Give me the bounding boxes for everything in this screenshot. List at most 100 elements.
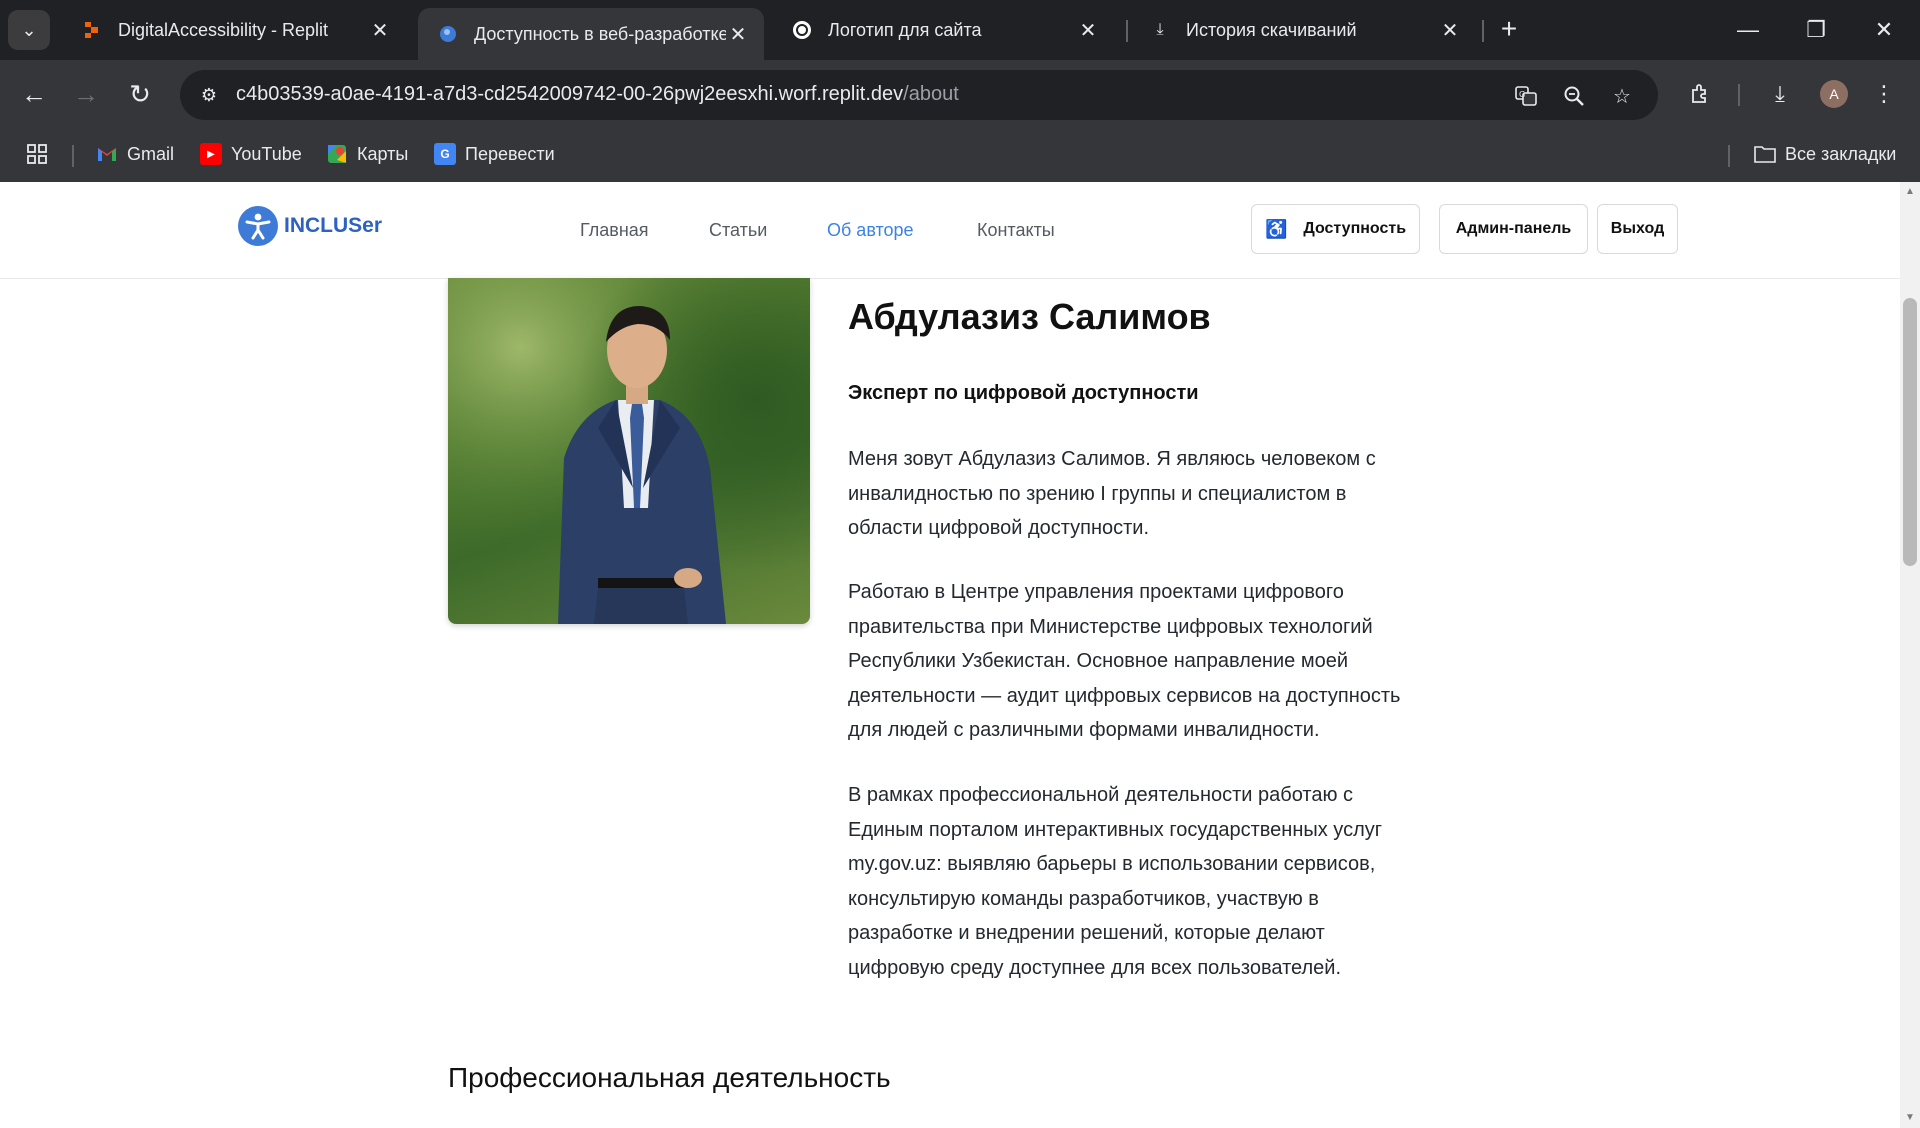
globe-icon <box>438 24 458 44</box>
toolbar-divider <box>1738 84 1740 106</box>
all-bookmarks-button[interactable]: Все закладки <box>1754 143 1896 165</box>
close-icon[interactable]: ✕ <box>1076 18 1100 43</box>
new-tab-button[interactable]: + <box>1494 13 1524 44</box>
bio-paragraph: В рамках профессиональной деятельности р… <box>848 778 1448 985</box>
youtube-icon: ▶ <box>200 143 222 165</box>
bio-line: В рамках профессиональной деятельности р… <box>848 784 1354 806</box>
download-icon: ⤓ <box>1156 21 1164 38</box>
bio-line: Меня зовут Абдулазиз Салимов. Я являюсь … <box>848 448 1376 470</box>
accessibility-button-label: Доступность <box>1303 220 1407 237</box>
bio-line: разработке и внедрении решений, которые … <box>848 922 1325 944</box>
avatar[interactable]: A <box>1820 80 1848 108</box>
tab-strip: ⌄ DigitalAccessibility - Replit ✕ Доступ… <box>0 0 1920 60</box>
maps-icon <box>326 143 348 165</box>
arrow-left-icon: ← <box>21 78 47 109</box>
tab-downloads[interactable]: ⤓ История скачиваний ✕ <box>1130 8 1476 52</box>
author-role: Эксперт по цифровой доступности <box>848 382 1199 404</box>
close-window-button[interactable]: ✕ <box>1860 10 1908 50</box>
author-name: Абдулазиз Салимов <box>848 296 1211 337</box>
scrollbar-thumb[interactable] <box>1903 298 1917 566</box>
author-photo <box>448 278 810 624</box>
scroll-down-icon[interactable]: ▼ <box>1903 1112 1917 1124</box>
download-icon[interactable]: ⤓ <box>1760 74 1800 114</box>
bio-line: деятельности — аудит цифровых сервисов н… <box>848 684 1401 707</box>
url-host: c4b03539-a0ae-4191-a7d3-cd2542009742-00-… <box>236 83 904 105</box>
accessibility-person-icon <box>238 206 278 246</box>
bookmarks-divider <box>1728 145 1730 167</box>
close-icon[interactable]: ✕ <box>726 22 750 47</box>
bio-line: правительства при Министерстве цифровых … <box>848 615 1373 638</box>
back-button[interactable]: ← <box>14 74 54 114</box>
folder-icon <box>1754 143 1776 165</box>
bio-line: Работаю в Центре управления проектами ци… <box>848 581 1344 603</box>
address-bar[interactable]: ⚙ c4b03539-a0ae-4191-a7d3-cd2542009742-0… <box>180 70 1658 120</box>
admin-panel-button[interactable]: Админ-панель <box>1439 204 1588 254</box>
bookmarks-bar: Gmail ▶ YouTube Карты G Перевести Все за… <box>0 129 1920 183</box>
bookmark-label: Перевести <box>465 143 555 164</box>
minimize-button[interactable]: — <box>1724 10 1772 50</box>
accessibility-button[interactable]: ♿ Доступность <box>1251 204 1420 254</box>
nav-contacts[interactable]: Контакты <box>977 220 1055 241</box>
translate-icon[interactable]: G <box>1510 80 1542 112</box>
tab-digitalaccessibility[interactable]: DigitalAccessibility - Replit ✕ <box>62 8 406 52</box>
bookmark-maps[interactable]: Карты <box>326 143 408 165</box>
bio-line: для людей с различными формами инвалидно… <box>848 719 1320 741</box>
zoom-icon[interactable] <box>1558 80 1590 112</box>
bookmark-label: Gmail <box>127 143 175 164</box>
url-text[interactable]: c4b03539-a0ae-4191-a7d3-cd2542009742-00-… <box>236 83 959 106</box>
bookmarks-divider <box>72 145 74 167</box>
apps-grid-icon <box>26 143 48 170</box>
browser-toolbar: ← → ↻ ⚙ c4b03539-a0ae-4191-a7d3-cd254200… <box>0 60 1920 129</box>
replit-icon <box>82 20 102 40</box>
site-logo[interactable]: INCLUSer <box>238 206 382 246</box>
tab-title: Логотип для сайта <box>828 19 982 40</box>
section-title: Профессиональная деятельность <box>448 1062 891 1093</box>
bio-paragraph: Меня зовут Абдулазиз Салимов. Я являюсь … <box>848 442 1448 546</box>
svg-text:G: G <box>1519 90 1525 99</box>
tab-separator <box>1482 20 1484 42</box>
page-viewport: INCLUSer Главная Статьи Об авторе Контак… <box>0 182 1900 1128</box>
nav-about[interactable]: Об авторе <box>827 220 914 241</box>
logo-text: INCLUSer <box>284 214 383 237</box>
tab-title: Доступность в веб-разработке <box>474 23 726 44</box>
translate-icon: G <box>434 143 456 165</box>
site-settings-icon[interactable]: ⚙ <box>196 82 222 108</box>
gmail-icon <box>96 143 118 165</box>
plus-icon: + <box>1500 13 1518 44</box>
nav-articles[interactable]: Статьи <box>709 220 767 241</box>
tab-title: История скачиваний <box>1186 19 1357 40</box>
bookmark-star-icon[interactable]: ☆ <box>1606 80 1638 112</box>
bookmark-translate[interactable]: G Перевести <box>434 143 555 165</box>
site-header: INCLUSer Главная Статьи Об авторе Контак… <box>0 182 1900 279</box>
tab-logo[interactable]: Логотип для сайта ✕ <box>772 8 1114 52</box>
chatgpt-icon <box>792 20 812 40</box>
tab-accessibility-web[interactable]: Доступность в веб-разработке ✕ <box>418 8 764 60</box>
restore-icon: ❐ <box>1806 17 1826 42</box>
bio-line: Республики Узбекистан. Основное направле… <box>848 650 1348 672</box>
more-menu-icon[interactable]: ⋮ <box>1864 74 1904 114</box>
arrow-right-icon: → <box>73 78 99 109</box>
bookmark-gmail[interactable]: Gmail <box>96 143 174 165</box>
bio-line: инвалидностью по зрению I группы и специ… <box>848 482 1347 505</box>
tab-separator <box>1126 20 1128 42</box>
all-bookmarks-label: Все закладки <box>1785 143 1897 164</box>
forward-button[interactable]: → <box>66 74 106 114</box>
tab-title: DigitalAccessibility - Replit <box>118 19 329 40</box>
reload-button[interactable]: ↻ <box>120 74 160 114</box>
restore-button[interactable]: ❐ <box>1792 10 1840 50</box>
bio-paragraph: Работаю в Центре управления проектами ци… <box>848 575 1448 748</box>
bio-line: консультирую команды разработчиков, учас… <box>848 887 1319 910</box>
tab-search-button[interactable]: ⌄ <box>8 10 50 50</box>
bio-line: Единым порталом интерактивных государств… <box>848 818 1383 841</box>
logout-button[interactable]: Выход <box>1597 204 1678 254</box>
extensions-icon[interactable] <box>1680 74 1720 114</box>
url-path: /about <box>903 83 959 105</box>
bookmark-label: Карты <box>357 143 409 164</box>
scroll-up-icon[interactable]: ▲ <box>1903 186 1917 198</box>
apps-button[interactable] <box>26 143 48 170</box>
nav-home[interactable]: Главная <box>580 220 649 241</box>
close-icon[interactable]: ✕ <box>368 18 392 43</box>
bookmark-youtube[interactable]: ▶ YouTube <box>200 143 302 165</box>
close-icon[interactable]: ✕ <box>1438 18 1462 43</box>
close-icon: ✕ <box>1874 17 1894 42</box>
